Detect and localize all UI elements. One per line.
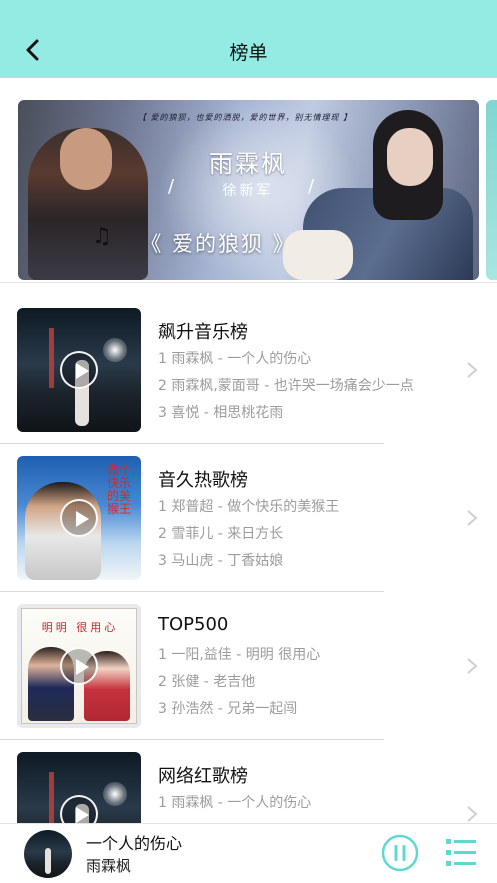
rank-title: 音久热歌榜	[158, 470, 248, 491]
banner-female-image	[283, 110, 473, 280]
cover-text: 明明 很用心	[41, 621, 119, 634]
rank-song-line: 1 郑普超 - 做个快乐的美猴王	[158, 499, 340, 515]
banner-slash-right: /	[308, 176, 315, 197]
rank-cover	[17, 308, 141, 432]
play-icon[interactable]	[60, 647, 98, 685]
chevron-right-icon	[467, 362, 478, 378]
banner-lyricist: 徐新军	[222, 183, 274, 199]
play-icon[interactable]	[60, 351, 98, 389]
now-playing-title: 一个人的伤心	[86, 834, 183, 853]
pause-icon[interactable]	[381, 834, 419, 872]
rank-song-line: 1 雨霖枫 - 一个人的伤心	[158, 795, 312, 811]
rank-song-line: 1 雨霖枫 - 一个人的伤心	[158, 351, 312, 367]
now-playing-cover[interactable]	[24, 830, 72, 878]
mini-player[interactable]: 一个人的伤心 雨霖枫	[0, 823, 497, 883]
now-playing-artist: 雨霖枫	[86, 857, 132, 875]
rank-song-line: 3 马山虎 - 丁香姑娘	[158, 553, 284, 569]
cover-text: 做个快乐的美猴王	[107, 463, 132, 516]
rank-title: 网络红歌榜	[158, 766, 248, 787]
next-banner-peek[interactable]	[486, 100, 497, 280]
rank-title: TOP500	[158, 614, 229, 635]
rank-item-soaring[interactable]: 飙升音乐榜 1 雨霖枫 - 一个人的伤心 2 雨霖枫,蒙面哥 - 也许哭一场痛会…	[0, 296, 497, 444]
rank-song-line: 1 一阳,益佳 - 明明 很用心	[158, 647, 321, 663]
rank-song-line: 2 雨霖枫,蒙面哥 - 也许哭一场痛会少一点	[158, 378, 414, 394]
rank-list: 飙升音乐榜 1 雨霖枫 - 一个人的伤心 2 雨霖枫,蒙面哥 - 也许哭一场痛会…	[0, 296, 497, 883]
rank-cover: 做个快乐的美猴王	[17, 456, 141, 580]
banner-singer-name: 雨霖枫	[209, 150, 287, 178]
top-bar: 榜单	[0, 0, 497, 78]
banner-tagline: 【 爱的狼狈，也爱的洒脱，爱的世界，别无情理现 】	[138, 113, 353, 122]
chevron-right-icon	[467, 510, 478, 526]
app: 榜单 【 爱的狼狈，也爱的洒脱，爱的世界，别无情理现 】 雨霖枫 / 徐新军 /…	[0, 0, 497, 883]
rank-item-hot[interactable]: 做个快乐的美猴王 音久热歌榜 1 郑普超 - 做个快乐的美猴王 2 雪菲儿 - …	[0, 444, 497, 592]
banner-slide[interactable]: 【 爱的狼狈，也爱的洒脱，爱的世界，别无情理现 】 雨霖枫 / 徐新军 / ♫ …	[18, 100, 479, 280]
page-title: 榜单	[229, 42, 268, 64]
chevron-right-icon	[467, 658, 478, 674]
rank-cover: 明明 很用心	[17, 604, 141, 728]
chevron-right-icon	[467, 806, 478, 822]
music-note-icon: ♫	[92, 224, 112, 249]
banner-carousel[interactable]: 【 爱的狼狈，也爱的洒脱，爱的世界，别无情理现 】 雨霖枫 / 徐新军 / ♫ …	[0, 78, 497, 283]
play-icon[interactable]	[60, 499, 98, 537]
rank-song-line: 2 张健 - 老吉他	[158, 674, 256, 690]
rank-song-line: 2 雪菲儿 - 来日方长	[158, 526, 284, 542]
playlist-icon[interactable]	[446, 836, 476, 870]
rank-title: 飙升音乐榜	[158, 322, 248, 343]
rank-song-line: 3 喜悦 - 相思桃花雨	[158, 405, 284, 421]
banner-song-title: 《 爱的狼狈 》	[140, 232, 296, 256]
rank-item-top500[interactable]: 明明 很用心 TOP500 1 一阳,益佳 - 明明 很用心 2 张健 - 老吉…	[0, 592, 497, 740]
rank-song-line: 3 孙浩然 - 兄弟一起闯	[158, 701, 298, 717]
